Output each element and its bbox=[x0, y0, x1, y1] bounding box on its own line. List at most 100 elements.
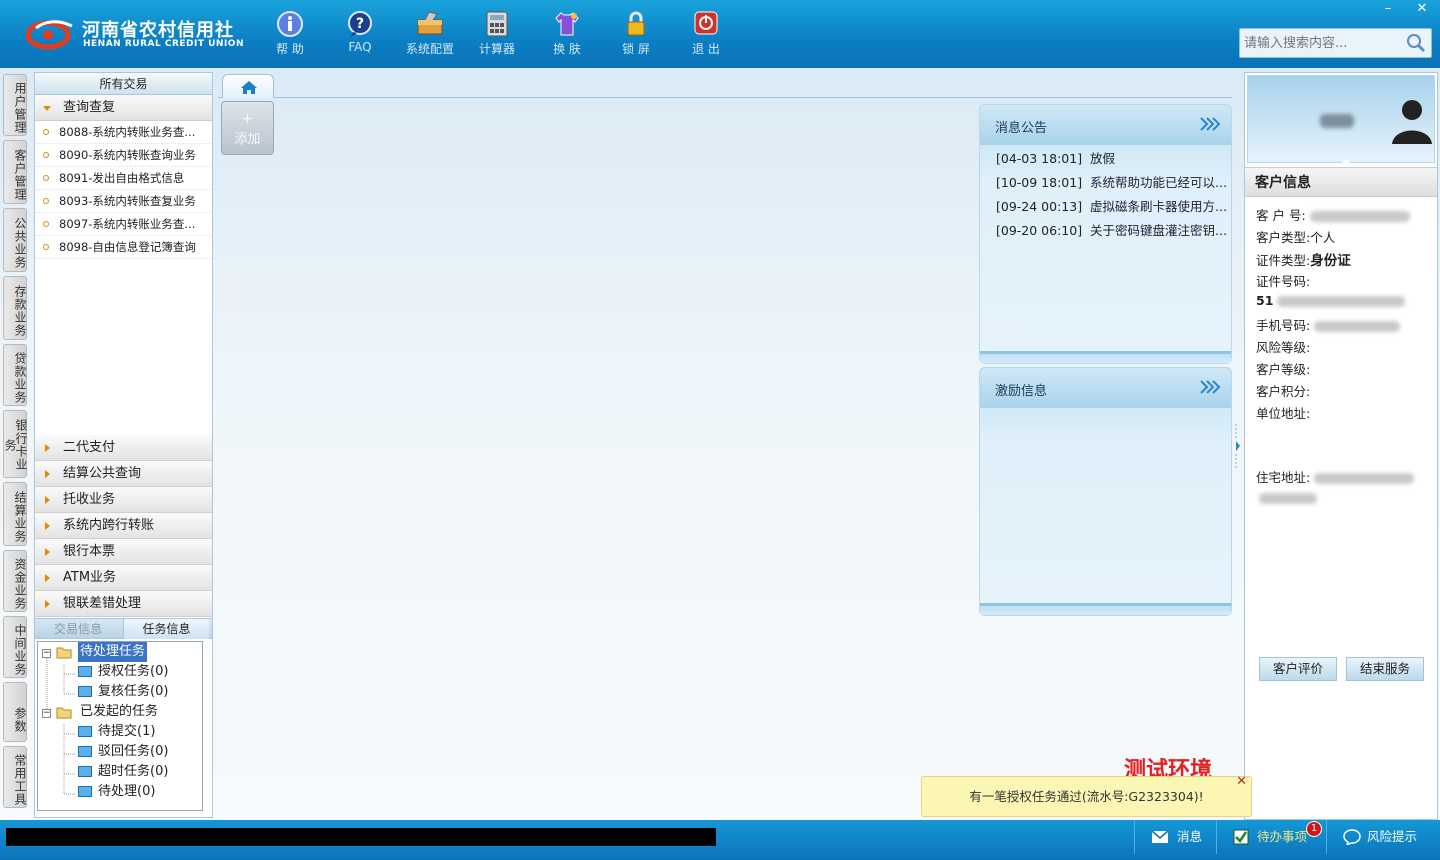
help-label: 帮 助 bbox=[276, 42, 304, 56]
work-address-row: 单位地址: bbox=[1256, 406, 1311, 421]
main-area: 用户管理 客户管理 公共业务 存款业务 贷款业务 银行卡业务 结算业务 资金业务… bbox=[0, 68, 1440, 820]
toast-close-button[interactable]: ✕ bbox=[1236, 775, 1247, 789]
todo-button[interactable]: 待办事项 1 bbox=[1216, 820, 1324, 854]
expand-arrow-icon bbox=[45, 444, 50, 452]
tree-node-to-process[interactable]: 待处理(0) bbox=[98, 782, 155, 802]
tab-home[interactable] bbox=[222, 74, 274, 98]
nav-group-query[interactable]: 查询查复 bbox=[35, 95, 212, 121]
vtab-parameters[interactable]: 参数 bbox=[3, 682, 27, 742]
nav-group-unionpay-error[interactable]: 银联差错处理 bbox=[35, 591, 212, 617]
vtab-loan-business[interactable]: 贷款业务 bbox=[3, 344, 27, 406]
customer-rating-button[interactable]: 客户评价 bbox=[1259, 657, 1337, 681]
vtab-user-management[interactable]: 用户管理 bbox=[3, 74, 27, 136]
tree-node-rejected[interactable]: 驳回任务(0) bbox=[98, 742, 168, 762]
nav-group-interbank-transfer[interactable]: 系统内跨行转账 bbox=[35, 513, 212, 539]
more-chevrons-icon[interactable] bbox=[1199, 378, 1221, 396]
expand-arrow-icon bbox=[45, 574, 50, 582]
nav-item-8093[interactable]: 8093-系统内转账查复业务 bbox=[35, 190, 212, 213]
expand-arrow-icon bbox=[45, 496, 50, 504]
risk-alert-button[interactable]: 风险提示 bbox=[1326, 820, 1440, 854]
expand-arrow-icon bbox=[45, 470, 50, 478]
tree-node-initiated-tasks[interactable]: 已发起的任务 bbox=[80, 702, 158, 722]
app-logo: 河南省农村信用社 HENAN RURAL CREDIT UNION bbox=[22, 14, 244, 54]
tree-node-to-submit[interactable]: 待提交(1) bbox=[98, 722, 155, 742]
workspace-tab-bar bbox=[218, 74, 1232, 98]
nav-item-8091[interactable]: 8091-发出自由格式信息 bbox=[35, 167, 212, 190]
vtab-customer-management[interactable]: 客户管理 bbox=[3, 140, 27, 204]
nav-group-atm[interactable]: ATM业务 bbox=[35, 565, 212, 591]
search-icon[interactable] bbox=[1405, 32, 1427, 54]
notice-item[interactable]: [10-09 18:01] 系统帮助功能已经可以... bbox=[996, 172, 1228, 191]
folder-open-icon bbox=[56, 647, 72, 659]
shirt-icon bbox=[555, 12, 579, 36]
system-config-button[interactable]: 系统配置 bbox=[400, 8, 460, 62]
more-chevrons-icon[interactable] bbox=[1199, 115, 1221, 133]
notice-item[interactable]: [09-24 00:13] 虚拟磁条刷卡器使用方... bbox=[996, 196, 1228, 215]
tree-node-auth-tasks[interactable]: 授权任务(0) bbox=[98, 662, 168, 682]
collapse-arrow-icon bbox=[43, 106, 51, 111]
help-button[interactable]: 帮 助 bbox=[260, 8, 320, 62]
customer-points-row: 客户积分: bbox=[1256, 384, 1311, 399]
tree-node-timeout[interactable]: 超时任务(0) bbox=[98, 762, 168, 782]
vtab-bank-card-business[interactable]: 银行卡业务 bbox=[3, 410, 28, 478]
folder-icon bbox=[78, 746, 92, 757]
cert-type-label: 证件类型: bbox=[1256, 253, 1311, 268]
search-input[interactable] bbox=[1244, 33, 1404, 53]
end-service-button[interactable]: 结束服务 bbox=[1346, 657, 1424, 681]
avatar-silhouette-icon bbox=[1392, 100, 1432, 144]
customer-info-header: 客户信息 bbox=[1245, 167, 1437, 197]
change-skin-button[interactable]: 换 肤 bbox=[537, 8, 597, 62]
nav-item-8098[interactable]: 8098-自由信息登记簿查询 bbox=[35, 236, 212, 259]
calculator-icon bbox=[486, 11, 508, 37]
vtab-deposit-business[interactable]: 存款业务 bbox=[3, 276, 27, 340]
nav-group-cnaps2[interactable]: 二代支付 bbox=[35, 435, 212, 461]
expand-arrow-icon bbox=[45, 522, 50, 530]
notice-item[interactable]: [04-03 18:01] 放假 bbox=[996, 148, 1228, 167]
nav-group-settlement-query[interactable]: 结算公共查询 bbox=[35, 461, 212, 487]
lock-screen-button[interactable]: 锁 屏 bbox=[606, 8, 666, 62]
tab-task-info[interactable]: 任务信息 bbox=[123, 619, 209, 639]
tree-node-review-tasks[interactable]: 复核任务(0) bbox=[98, 682, 168, 702]
exit-button[interactable]: 退 出 bbox=[676, 8, 736, 62]
logo-english-name: HENAN RURAL CREDIT UNION bbox=[83, 39, 244, 49]
nav-item-label: 8097-系统内转账业务查... bbox=[59, 217, 196, 231]
nav-group-cashier-check[interactable]: 银行本票 bbox=[35, 539, 212, 565]
bullet-icon bbox=[43, 129, 49, 135]
logo-icon bbox=[26, 20, 73, 50]
nav-group-label: 二代支付 bbox=[63, 440, 116, 455]
cert-no-row: 证件号码: bbox=[1256, 271, 1310, 290]
nav-item-label: 8088-系统内转账业务查... bbox=[59, 125, 196, 139]
messages-button[interactable]: 消息 bbox=[1134, 820, 1214, 854]
nav-item-8090[interactable]: 8090-系统内转账查询业务 bbox=[35, 144, 212, 167]
status-text-redacted bbox=[6, 828, 716, 846]
calculator-button[interactable]: 计算器 bbox=[467, 8, 527, 62]
window-close-button[interactable]: ✕ bbox=[1408, 0, 1436, 18]
info-icon bbox=[277, 11, 303, 37]
window-minimize-button[interactable]: – bbox=[1374, 0, 1402, 18]
nav-item-label: 8090-系统内转账查询业务 bbox=[59, 148, 196, 162]
chat-bubble-icon bbox=[1343, 829, 1361, 845]
faq-button[interactable]: ? FAQ bbox=[330, 8, 390, 62]
vtab-intermediary-business[interactable]: 中间业务 bbox=[3, 616, 27, 678]
nav-item-8088[interactable]: 8088-系统内转账业务查... bbox=[35, 121, 212, 144]
incentive-card: 激励信息 bbox=[979, 367, 1232, 616]
vtab-settlement-business[interactable]: 结算业务 bbox=[3, 482, 27, 546]
notice-text: 关于密码键盘灌注密钥... bbox=[1090, 223, 1227, 238]
collapse-box-icon[interactable]: − bbox=[42, 649, 51, 658]
tab-trade-info[interactable]: 交易信息 bbox=[35, 619, 121, 639]
vtab-fund-business[interactable]: 资金业务 bbox=[3, 550, 27, 612]
tree-node-pending-tasks[interactable]: 待处理任务 bbox=[78, 642, 148, 662]
folder-icon bbox=[78, 686, 92, 697]
nav-group-collection[interactable]: 托收业务 bbox=[35, 487, 212, 513]
bullet-icon bbox=[43, 175, 49, 181]
toolbox-icon bbox=[417, 11, 443, 35]
vtab-common-tools[interactable]: 常用工具 bbox=[3, 746, 27, 808]
notice-item[interactable]: [09-20 06:10] 关于密码键盘灌注密钥... bbox=[996, 220, 1228, 239]
add-shortcut-button[interactable]: + 添加 bbox=[221, 101, 274, 155]
nav-panel-title: 所有交易 bbox=[35, 73, 212, 95]
collapse-panel-handle-icon[interactable] bbox=[1234, 424, 1242, 468]
collapse-box-icon[interactable]: − bbox=[42, 709, 51, 718]
lock-icon bbox=[627, 11, 645, 36]
vtab-public-business[interactable]: 公共业务 bbox=[3, 208, 27, 272]
nav-item-8097[interactable]: 8097-系统内转账业务查... bbox=[35, 213, 212, 236]
